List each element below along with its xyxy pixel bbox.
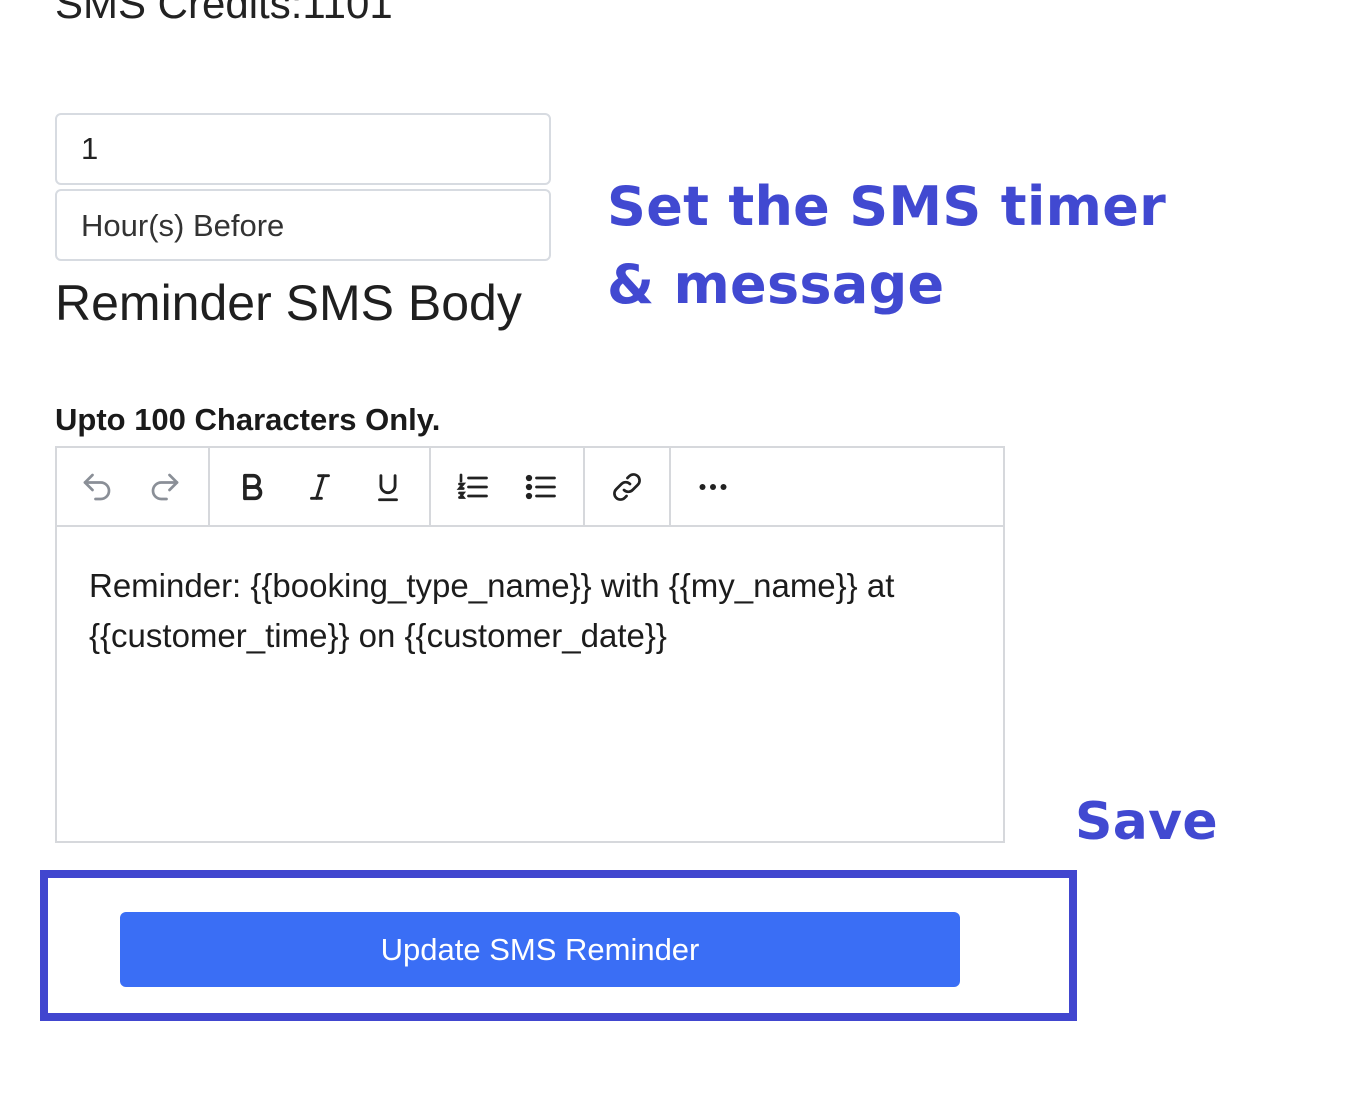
list-group	[431, 448, 585, 525]
update-sms-reminder-button[interactable]: Update SMS Reminder	[120, 912, 960, 987]
reminder-amount-input[interactable]	[55, 113, 551, 185]
bold-icon[interactable]	[218, 448, 286, 525]
reminder-unit-select[interactable]: Hour(s) Before	[55, 189, 551, 261]
reminder-body-heading: Reminder SMS Body	[55, 275, 522, 331]
sms-body-text[interactable]: Reminder: {{booking_type_name}} with {{m…	[89, 561, 979, 661]
sms-credits: SMS Credits:1101	[55, 0, 393, 27]
annotation-timer-line1: Set the SMS timer	[607, 175, 1167, 238]
character-limit-note: Upto 100 Characters Only.	[55, 402, 441, 437]
editor-toolbar	[57, 448, 1003, 527]
more-icon[interactable]	[679, 448, 747, 525]
annotation-timer-line2: & message	[607, 253, 945, 316]
link-group	[585, 448, 671, 525]
sms-body-editor: Reminder: {{booking_type_name}} with {{m…	[55, 446, 1005, 843]
link-icon[interactable]	[593, 448, 661, 525]
numbered-list-icon[interactable]	[439, 448, 507, 525]
underline-icon[interactable]	[354, 448, 422, 525]
format-group	[210, 448, 431, 525]
undo-icon[interactable]	[63, 448, 131, 525]
redo-icon[interactable]	[131, 448, 199, 525]
history-group	[57, 448, 210, 525]
more-group	[671, 448, 761, 525]
italic-icon[interactable]	[286, 448, 354, 525]
annotation-save: Save	[1075, 792, 1218, 852]
bullet-list-icon[interactable]	[507, 448, 575, 525]
